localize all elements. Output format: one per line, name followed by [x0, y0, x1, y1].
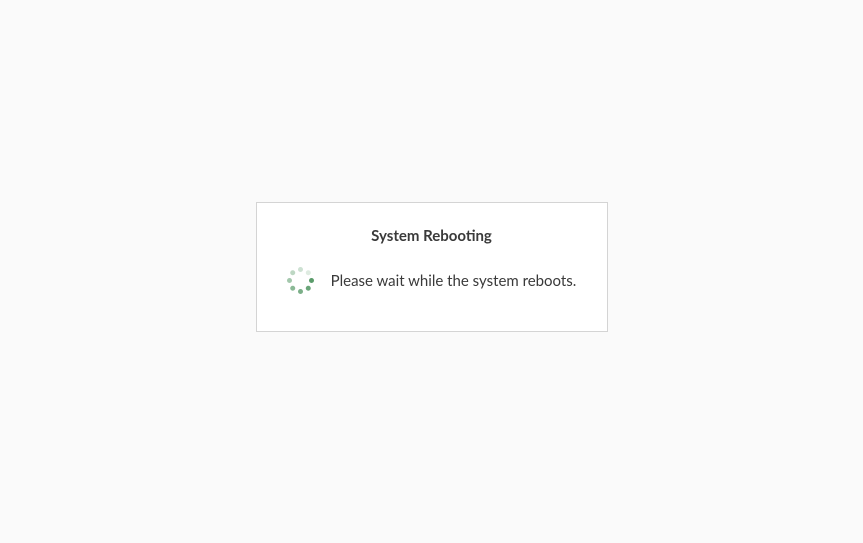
dialog-title: System Rebooting [371, 227, 492, 245]
reboot-dialog: System Rebooting Please wait while the s… [256, 202, 608, 332]
dialog-message: Please wait while the system reboots. [331, 272, 577, 290]
loading-spinner-icon [287, 267, 315, 295]
dialog-body: Please wait while the system reboots. [287, 267, 577, 295]
